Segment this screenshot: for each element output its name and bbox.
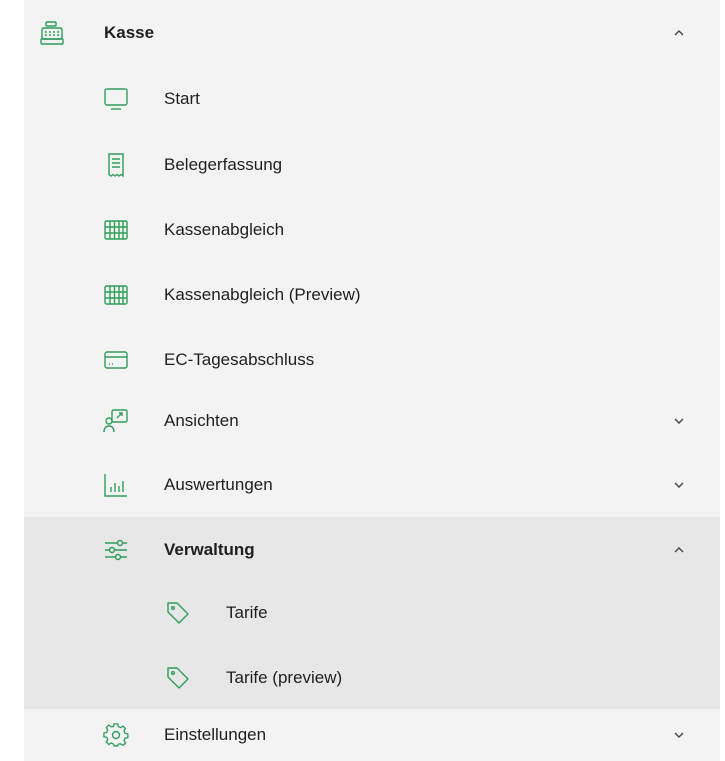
nav-item-kassenabgleich[interactable]: Kassenabgleich (24, 197, 720, 263)
nav-item-ec-tagesabschluss[interactable]: EC-Tagesabschluss (24, 327, 720, 393)
nav-section-label: Kasse (104, 23, 155, 42)
tag-icon (165, 665, 191, 691)
nav-subitem-label: Tarife (226, 603, 268, 622)
monitor-icon (103, 86, 129, 112)
presentation-icon (103, 408, 129, 434)
card-icon (103, 347, 129, 373)
tag-icon (165, 600, 191, 626)
abacus-icon (103, 282, 129, 308)
cash-register-icon (39, 20, 65, 46)
nav-item-label: Start (164, 89, 200, 108)
nav-item-einstellungen[interactable]: Einstellungen (24, 709, 720, 761)
nav-item-label: Einstellungen (164, 725, 267, 744)
chevron-down-icon[interactable] (672, 728, 686, 742)
nav-item-verwaltung[interactable]: Verwaltung (24, 517, 720, 583)
nav-item-kassenabgleich-preview[interactable]: Kassenabgleich (Preview) (24, 262, 720, 328)
nav-subitem-tarife-preview[interactable]: Tarife (preview) (24, 645, 720, 711)
nav-item-ansichten[interactable]: Ansichten (24, 388, 720, 454)
nav-item-label: Belegerfassung (164, 155, 283, 174)
bar-chart-icon (103, 472, 129, 498)
nav-item-auswertungen[interactable]: Auswertungen (24, 452, 720, 518)
nav-item-belegerfassung[interactable]: Belegerfassung (24, 132, 720, 198)
receipt-icon (103, 152, 129, 178)
nav-subitem-tarife[interactable]: Tarife (24, 580, 720, 646)
chevron-up-icon[interactable] (672, 543, 686, 557)
abacus-icon (103, 217, 129, 243)
gear-icon (103, 722, 129, 748)
chevron-down-icon[interactable] (672, 478, 686, 492)
nav-item-label: Kassenabgleich (164, 220, 285, 239)
chevron-up-icon[interactable] (672, 26, 686, 40)
sliders-icon (103, 537, 129, 563)
nav-subitem-label: Tarife (preview) (226, 668, 343, 687)
nav-item-label: Verwaltung (164, 540, 255, 559)
chevron-down-icon[interactable] (672, 414, 686, 428)
nav-item-label: Kassenabgleich (Preview) (164, 285, 361, 304)
nav-section-kasse[interactable]: Kasse (24, 0, 720, 66)
nav-item-start[interactable]: Start (24, 66, 720, 132)
navigation-panel: Kasse Start Belegerfassung Kassenabgleic… (24, 0, 720, 761)
nav-item-label: EC-Tagesabschluss (164, 350, 315, 369)
nav-item-label: Ansichten (164, 411, 239, 430)
nav-item-label: Auswertungen (164, 475, 273, 494)
